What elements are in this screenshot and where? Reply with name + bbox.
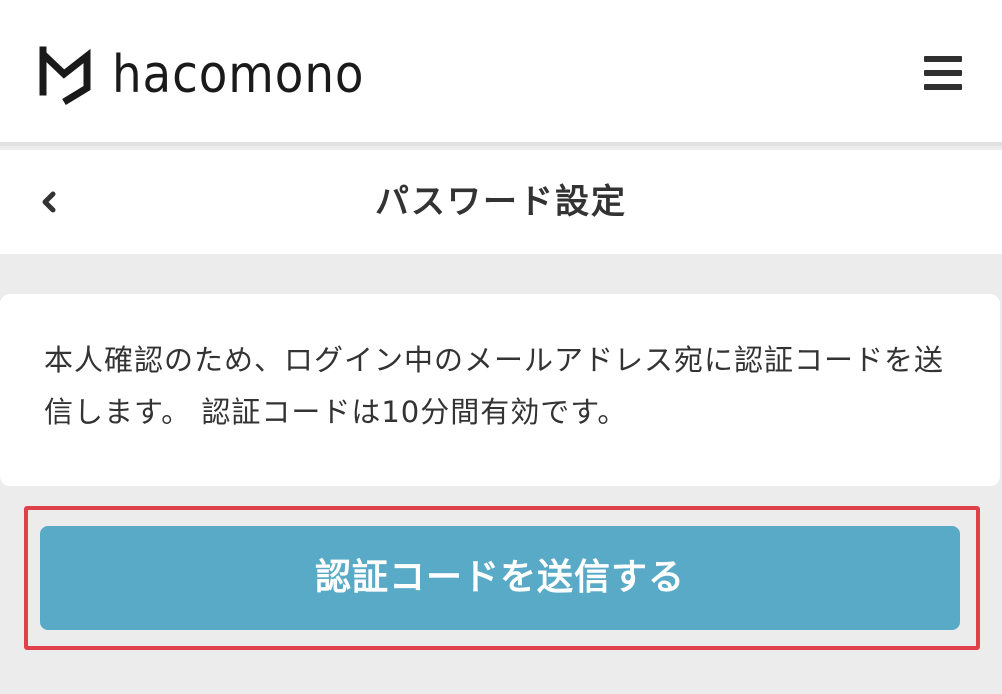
verification-description: 本人確認のため、ログイン中のメールアドレス宛に認証コードを送信します。 認証コー… [44, 343, 945, 429]
header: hacomono [0, 0, 1002, 146]
app: hacomono パスワード設定 本人確認のため、ログイン中のメールアドレス宛に… [0, 0, 1002, 694]
back-button[interactable] [30, 182, 70, 222]
logo[interactable]: hacomono [38, 44, 392, 106]
chevron-left-icon [42, 191, 56, 213]
info-card: 本人確認のため、ログイン中のメールアドレス宛に認証コードを送信します。 認証コー… [0, 294, 1000, 486]
page-title: パスワード設定 [375, 182, 627, 222]
send-verification-code-button[interactable]: 認証コードを送信する [40, 526, 960, 630]
logo-text: hacomono [112, 45, 365, 105]
title-bar: パスワード設定 [0, 150, 1002, 254]
hacomono-logo-icon [38, 44, 94, 106]
hamburger-menu-icon[interactable] [924, 56, 962, 90]
